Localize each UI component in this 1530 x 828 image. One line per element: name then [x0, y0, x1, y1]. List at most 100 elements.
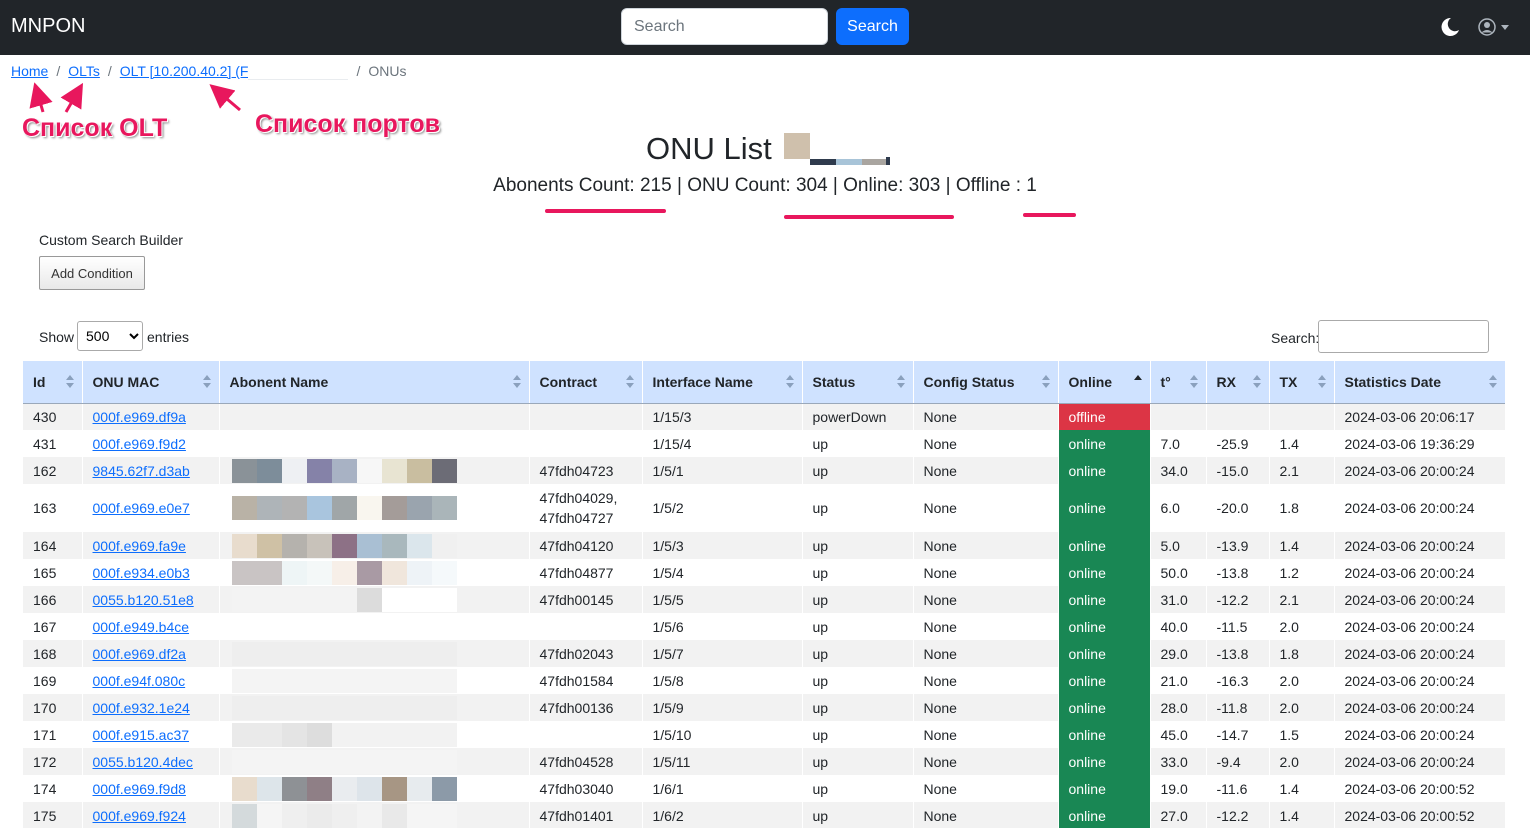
column-header-abonent-name[interactable]: Abonent Name	[218, 361, 529, 404]
onu-mac-link[interactable]: 000f.e932.1e24	[93, 700, 190, 716]
cell-interface-name: 1/6/2	[641, 802, 802, 828]
table-row[interactable]: 175 000f.e969.f924 47fdh01401 1/6/2 up None on…	[23, 802, 1505, 828]
cell-interface-name: 1/5/2	[641, 484, 802, 532]
table-row[interactable]: 169 000f.e94f.080c 47fdh01584 1/5/8 up None on…	[23, 667, 1505, 694]
table-row[interactable]: 165 000f.e934.e0b3 47fdh04877 1/5/4 up None on…	[23, 559, 1505, 586]
column-header-status[interactable]: Status	[801, 361, 913, 404]
column-header-id[interactable]: Id	[23, 361, 82, 404]
onu-mac-link[interactable]: 000f.e969.e0e7	[93, 500, 190, 516]
column-header-temperature[interactable]: t°	[1149, 361, 1206, 404]
cell-online: online	[1057, 748, 1150, 775]
cell-onu-mac: 000f.e969.fa9e	[81, 532, 219, 559]
breadcrumb-olts[interactable]: OLTs	[68, 63, 100, 79]
cell-status: up	[801, 430, 913, 457]
onu-mac-link[interactable]: 000f.e969.fa9e	[93, 538, 186, 554]
cell-onu-mac: 000f.e969.df2a	[81, 640, 219, 667]
cell-statistics-date: 2024-03-06 19:36:29	[1333, 430, 1505, 457]
cell-contract: 47fdh03040	[528, 775, 642, 802]
column-header-online[interactable]: Online	[1057, 361, 1150, 404]
onu-mac-link[interactable]: 000f.e969.f924	[93, 808, 186, 824]
cell-onu-mac: 000f.e934.e0b3	[81, 559, 219, 586]
entries-select[interactable]: 500	[77, 321, 143, 351]
cell-config-status: None	[912, 640, 1058, 667]
cell-config-status: None	[912, 559, 1058, 586]
onu-mac-link[interactable]: 000f.e969.df9a	[93, 409, 186, 425]
table-row[interactable]: 167 000f.e949.b4ce 1/5/6 up None online 40.0 -1…	[23, 613, 1505, 640]
cell-status: up	[801, 748, 913, 775]
table-row[interactable]: 431 000f.e969.f9d2 1/15/4 up None online 7.0 -2…	[23, 430, 1505, 457]
user-circle-icon[interactable]	[1478, 18, 1496, 36]
table-row[interactable]: 164 000f.e969.fa9e 47fdh04120 1/5/3 up None on…	[23, 532, 1505, 559]
cell-rx: -14.7	[1205, 721, 1269, 748]
table-row[interactable]: 168 000f.e969.df2a 47fdh02043 1/5/7 up None on…	[23, 640, 1505, 667]
column-header-interface-name[interactable]: Interface Name	[641, 361, 802, 404]
search-input[interactable]	[621, 8, 828, 45]
table-row[interactable]: 172 0055.b120.4dec 47fdh04528 1/5/11 up None o…	[23, 748, 1505, 775]
search-button[interactable]: Search	[836, 8, 909, 45]
cell-status: powerDown	[801, 403, 913, 430]
column-header-tx[interactable]: TX	[1268, 361, 1334, 404]
cell-interface-name: 1/5/6	[641, 613, 802, 640]
cell-id: 169	[23, 667, 82, 694]
column-header-statistics-date[interactable]: Statistics Date	[1333, 361, 1505, 404]
redacted-abonent-name	[231, 496, 529, 520]
table-row[interactable]: 430 000f.e969.df9a 1/15/3 powerDown None offl…	[23, 403, 1505, 430]
cell-config-status: None	[912, 532, 1058, 559]
sort-icon	[512, 375, 521, 389]
column-header-onu-mac[interactable]: ONU MAC	[81, 361, 219, 404]
chevron-down-icon[interactable]	[1501, 25, 1509, 30]
breadcrumb-olt[interactable]: OLT [10.200.40.2] (F	[120, 63, 249, 79]
redacted-abonent-name	[231, 668, 529, 693]
cell-status: up	[801, 721, 913, 748]
cell-rx: -25.9	[1205, 430, 1269, 457]
cell-tx: 2.0	[1268, 694, 1334, 721]
onu-mac-link[interactable]: 000f.e915.ac37	[93, 727, 190, 743]
cell-id: 168	[23, 640, 82, 667]
onu-mac-link[interactable]: 000f.e949.b4ce	[93, 619, 190, 635]
cell-tx: 1.4	[1268, 775, 1334, 802]
cell-temperature: 21.0	[1149, 667, 1206, 694]
cell-tx: 1.4	[1268, 532, 1334, 559]
onu-mac-link[interactable]: 000f.e969.f9d8	[93, 781, 186, 797]
moon-icon[interactable]	[1440, 17, 1460, 37]
table-row[interactable]: 174 000f.e969.f9d8 47fdh03040 1/6/1 up None on…	[23, 775, 1505, 802]
onu-mac-link[interactable]: 000f.e934.e0b3	[93, 565, 190, 581]
cell-onu-mac: 000f.e969.f9d8	[81, 775, 219, 802]
onu-mac-link[interactable]: 9845.62f7.d3ab	[93, 463, 190, 479]
table-row[interactable]: 166 0055.b120.51e8 47fdh00145 1/5/5 up None on…	[23, 586, 1505, 613]
cell-config-status: None	[912, 802, 1058, 828]
separator: |	[827, 175, 844, 196]
cell-temperature: 5.0	[1149, 532, 1206, 559]
brand-logo[interactable]: MNPON	[11, 15, 85, 38]
cell-tx: 1.5	[1268, 721, 1334, 748]
table-row[interactable]: 162 9845.62f7.d3ab 47fdh04723 1/5/1 up None on…	[23, 457, 1505, 484]
onu-mac-link[interactable]: 000f.e94f.080c	[93, 673, 186, 689]
sort-icon	[1317, 375, 1326, 389]
breadcrumb-home[interactable]: Home	[11, 63, 48, 79]
column-header-config-status[interactable]: Config Status	[912, 361, 1058, 404]
table-row[interactable]: 171 000f.e915.ac37 1/5/10 up None online 45.0-…	[23, 721, 1505, 748]
table-search-input[interactable]	[1318, 320, 1489, 353]
cell-contract	[528, 430, 642, 457]
cell-onu-mac: 000f.e969.f9d2	[81, 430, 219, 457]
onu-mac-link[interactable]: 000f.e969.df2a	[93, 646, 186, 662]
cell-config-status: None	[912, 484, 1058, 532]
cell-status: up	[801, 532, 913, 559]
cell-tx	[1268, 403, 1334, 430]
abonents-count-value: 215	[639, 175, 672, 196]
cell-id: 163	[23, 484, 82, 532]
onu-mac-link[interactable]: 000f.e969.f9d2	[93, 436, 186, 452]
cell-interface-name: 1/5/5	[641, 586, 802, 613]
table-row[interactable]: 170 000f.e932.1e24 47fdh00136 1/5/9 up None on…	[23, 694, 1505, 721]
separator: |	[671, 175, 688, 196]
column-header-rx[interactable]: RX	[1205, 361, 1269, 404]
cell-statistics-date: 2024-03-06 20:00:24	[1333, 748, 1505, 775]
column-header-contract[interactable]: Contract	[528, 361, 642, 404]
onu-mac-link[interactable]: 0055.b120.51e8	[93, 592, 194, 608]
cell-temperature: 27.0	[1149, 802, 1206, 828]
add-condition-button[interactable]: Add Condition	[39, 256, 145, 290]
table-row[interactable]: 163 000f.e969.e0e7 47fdh04029, 47fdh04727 1…	[23, 484, 1505, 532]
sort-icon	[202, 375, 211, 389]
onu-mac-link[interactable]: 0055.b120.4dec	[93, 754, 193, 770]
arrow-to-olt	[209, 84, 241, 112]
